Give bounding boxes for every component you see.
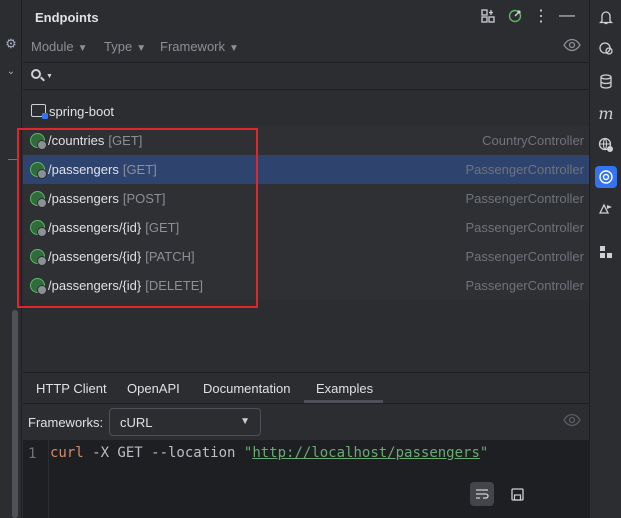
line-number: 1 bbox=[28, 446, 37, 462]
endpoint-row[interactable]: /passengers [GET] PassengerController bbox=[23, 155, 589, 184]
endpoint-globe-icon bbox=[30, 162, 47, 179]
ai-assistant-icon[interactable] bbox=[595, 37, 617, 59]
scrollbar[interactable] bbox=[12, 310, 18, 518]
endpoint-path: /passengers bbox=[48, 191, 119, 206]
type-filter[interactable]: Type ▼ bbox=[104, 39, 146, 54]
tab-examples[interactable]: Examples bbox=[316, 381, 373, 396]
endpoint-list: /countries [GET] CountryController /passe… bbox=[23, 126, 589, 300]
endpoint-row[interactable]: /passengers [POST] PassengerController bbox=[23, 184, 589, 213]
code-quote: " bbox=[479, 445, 489, 461]
endpoint-controller: PassengerController bbox=[465, 249, 584, 264]
chevron-down-icon: ▼ bbox=[229, 43, 239, 54]
settings-icon[interactable]: ⚙ bbox=[3, 36, 19, 52]
more-options-icon[interactable]: ⋮ bbox=[532, 7, 550, 25]
chevron-down-icon: ▼ bbox=[77, 43, 88, 54]
endpoint-method: [PATCH] bbox=[145, 249, 195, 264]
left-gutter: ⚙ ⌄ bbox=[0, 0, 22, 518]
endpoint-controller: PassengerController bbox=[465, 162, 584, 177]
endpoint-path: /passengers/{id} bbox=[48, 278, 142, 293]
endpoint-row[interactable]: /passengers/{id} [DELETE] PassengerContro… bbox=[23, 271, 589, 300]
save-icon[interactable] bbox=[505, 482, 529, 506]
code-editor[interactable]: 1 curl -X GET --location "http://localho… bbox=[23, 440, 589, 518]
code-line: curl -X GET --location "http://localhost… bbox=[50, 445, 488, 461]
tab-documentation[interactable]: Documentation bbox=[203, 381, 290, 396]
endpoint-controller: PassengerController bbox=[465, 220, 584, 235]
frameworks-row: Frameworks: cURL ▼ bbox=[23, 404, 589, 440]
chevron-down-icon[interactable]: ⌄ bbox=[3, 64, 19, 80]
endpoint-method: [DELETE] bbox=[145, 278, 204, 293]
endpoint-globe-icon bbox=[30, 191, 47, 208]
structure-icon[interactable] bbox=[595, 241, 617, 263]
gutter-divider bbox=[48, 440, 49, 518]
module-label: spring-boot bbox=[49, 104, 115, 119]
frameworks-label: Frameworks: bbox=[28, 415, 104, 430]
endpoint-method: [POST] bbox=[122, 191, 166, 206]
code-args: -X GET --location bbox=[83, 445, 244, 461]
panel-header: Endpoints ⋮ — bbox=[23, 0, 589, 34]
endpoint-globe-icon bbox=[30, 133, 47, 150]
filter-bar: Module ▼ Type ▼ Framework ▼ bbox=[23, 34, 589, 60]
endpoint-row[interactable]: /passengers/{id} [PATCH] PassengerControl… bbox=[23, 242, 589, 271]
eye-icon[interactable] bbox=[563, 413, 581, 431]
ide-window: ⚙ ⌄ Endpoints ⋮ — Module ▼ Type ▼ Framewor… bbox=[0, 0, 621, 518]
chevron-down-icon: ▼ bbox=[240, 416, 250, 427]
group-by-icon[interactable] bbox=[479, 7, 497, 25]
soft-wrap-icon[interactable] bbox=[470, 482, 494, 506]
search-icon[interactable]: ▼ bbox=[31, 69, 53, 83]
endpoint-row[interactable]: /countries [GET] CountryController bbox=[23, 126, 589, 155]
endpoint-globe-icon bbox=[30, 220, 47, 237]
database-icon[interactable] bbox=[595, 70, 617, 92]
endpoints-tool-icon[interactable] bbox=[595, 166, 617, 188]
type-filter-label: Type bbox=[104, 39, 133, 54]
endpoint-method: [GET] bbox=[145, 220, 180, 235]
minimize-icon[interactable]: — bbox=[558, 7, 576, 25]
framework-filter-label: Framework bbox=[160, 39, 226, 54]
details-tabs: HTTP Client OpenAPI Documentation Exampl… bbox=[23, 373, 589, 403]
frameworks-select[interactable]: cURL ▼ bbox=[109, 408, 261, 436]
endpoint-globe-icon bbox=[30, 278, 47, 295]
code-url[interactable]: http://localhost/passengers bbox=[252, 445, 480, 461]
endpoint-method: [GET] bbox=[108, 133, 143, 148]
refresh-icon[interactable] bbox=[506, 7, 524, 25]
maven-icon[interactable]: m bbox=[595, 102, 617, 124]
endpoint-controller: CountryController bbox=[482, 133, 584, 148]
deploy-icon[interactable] bbox=[595, 198, 617, 220]
tab-http-client[interactable]: HTTP Client bbox=[36, 381, 107, 396]
endpoint-path: /passengers bbox=[48, 162, 119, 177]
endpoint-controller: PassengerController bbox=[465, 191, 584, 206]
module-filter-label: Module bbox=[31, 39, 74, 54]
endpoint-globe-icon bbox=[30, 249, 47, 266]
module-node[interactable]: spring-boot bbox=[23, 100, 589, 124]
module-filter[interactable]: Module ▼ bbox=[31, 39, 88, 54]
endpoint-path: /passengers/{id} bbox=[48, 220, 142, 235]
panel-title: Endpoints bbox=[35, 10, 99, 25]
endpoint-controller: PassengerController bbox=[465, 278, 584, 293]
endpoint-path: /passengers/{id} bbox=[48, 249, 142, 264]
code-command: curl bbox=[50, 445, 84, 461]
search-bar: ▼ bbox=[23, 62, 589, 90]
module-folder-icon bbox=[31, 104, 48, 119]
notifications-icon[interactable] bbox=[595, 6, 617, 28]
eye-icon[interactable] bbox=[563, 38, 581, 56]
endpoint-row[interactable]: /passengers/{id} [GET] PassengerControlle… bbox=[23, 213, 589, 242]
frameworks-selected-value: cURL bbox=[120, 415, 153, 430]
framework-filter[interactable]: Framework ▼ bbox=[160, 39, 239, 54]
endpoints-panel: Endpoints ⋮ — Module ▼ Type ▼ Framework ▼ ▼ bbox=[17, 0, 589, 518]
endpoint-path: /countries bbox=[48, 133, 105, 148]
right-tool-strip: m bbox=[589, 0, 621, 518]
endpoint-method: [GET] bbox=[122, 162, 157, 177]
tab-openapi[interactable]: OpenAPI bbox=[127, 381, 180, 396]
web-globe-icon[interactable] bbox=[595, 134, 617, 156]
search-input[interactable] bbox=[55, 67, 555, 85]
change-marker bbox=[8, 159, 18, 160]
chevron-down-icon: ▼ bbox=[136, 43, 147, 54]
